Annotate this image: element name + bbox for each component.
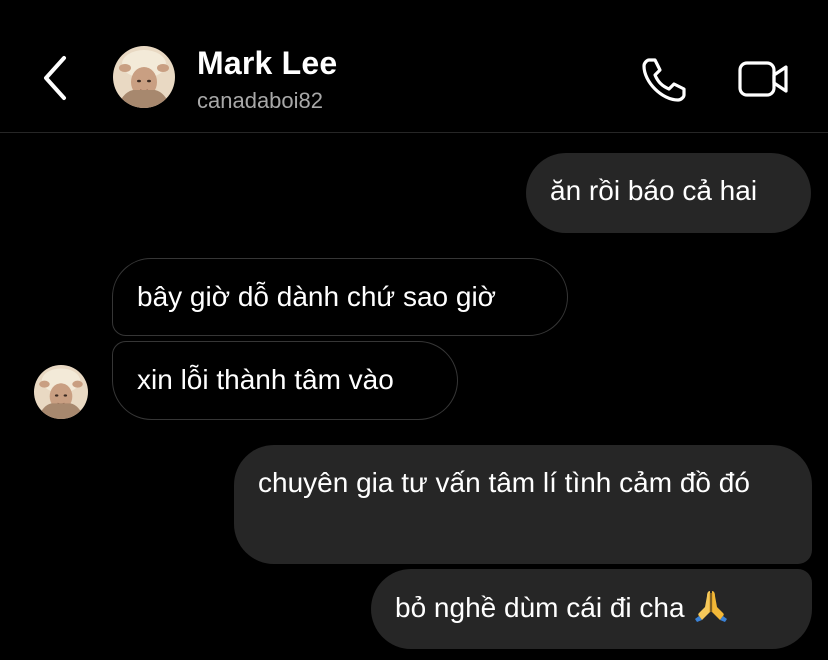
chevron-left-icon [44, 56, 66, 100]
message-bubble-outgoing[interactable]: chuyên gia tư vấn tâm lí tình cảm đồ đó [234, 445, 812, 564]
message-bubble-outgoing[interactable]: bỏ nghề dùm cái đi cha [371, 569, 812, 649]
message-bubble-incoming[interactable]: xin lỗi thành tâm vào [112, 341, 458, 420]
contact-handle[interactable]: canadaboi82 [197, 88, 323, 114]
avatar-photo [34, 365, 88, 419]
video-camera-icon [738, 61, 788, 97]
sender-avatar[interactable] [34, 365, 88, 419]
phone-icon [642, 58, 686, 102]
video-call-button[interactable] [736, 54, 790, 104]
chat-header: Mark Lee canadaboi82 [0, 0, 828, 133]
folded-hands-icon [694, 591, 727, 622]
contact-avatar[interactable] [113, 46, 175, 108]
message-text: bỏ nghề dùm cái đi cha [395, 592, 685, 623]
contact-name[interactable]: Mark Lee [197, 45, 337, 82]
message-bubble-outgoing[interactable]: ăn rồi báo cả hai [526, 153, 811, 233]
back-button[interactable] [36, 52, 76, 104]
message-bubble-incoming[interactable]: bây giờ dỗ dành chứ sao giờ [112, 258, 568, 336]
voice-call-button[interactable] [640, 54, 690, 104]
avatar-photo [113, 46, 175, 108]
